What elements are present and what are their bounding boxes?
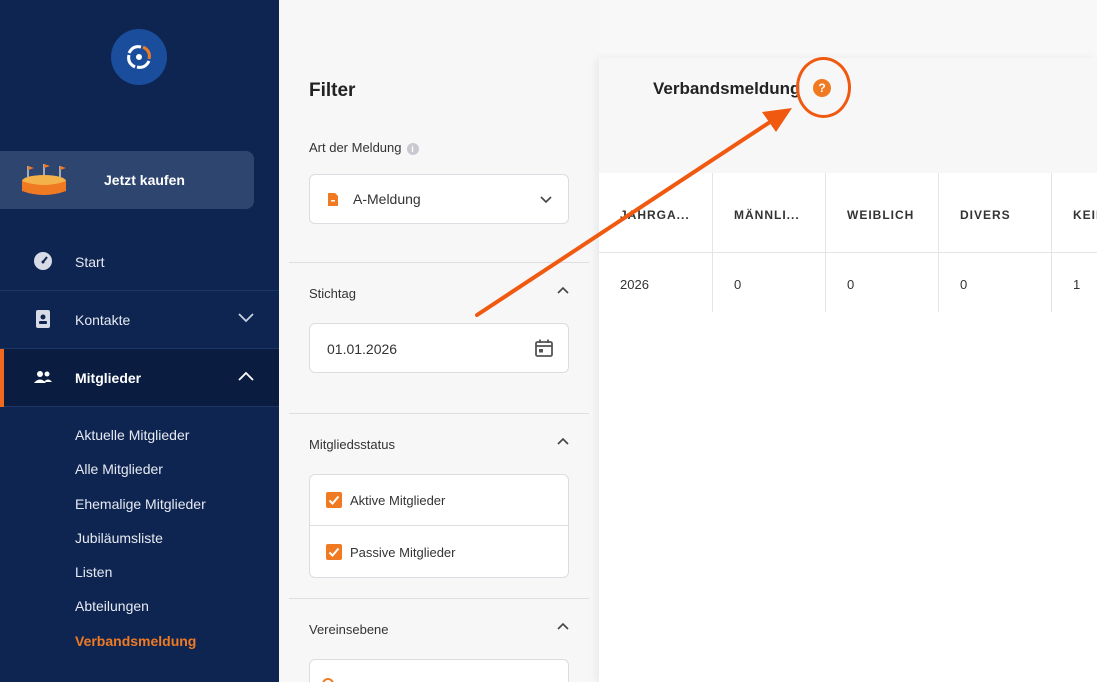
dashboard-icon bbox=[34, 252, 52, 270]
status-option-label: Passive Mitglieder bbox=[350, 545, 456, 560]
report-type-value: A-Meldung bbox=[353, 191, 421, 207]
level-select[interactable] bbox=[309, 659, 569, 682]
status-options: Aktive Mitglieder Passive Mitglieder bbox=[309, 474, 569, 578]
members-icon bbox=[34, 371, 52, 383]
contact-card-icon bbox=[36, 310, 50, 328]
sidebar-subitem-listen[interactable]: Listen bbox=[75, 564, 112, 580]
check-icon bbox=[328, 547, 340, 557]
date-section-title: Stichtag bbox=[309, 286, 356, 301]
table-cell: 0 bbox=[713, 253, 826, 312]
chevron-up-icon[interactable] bbox=[557, 437, 569, 445]
buy-now-label: Jetzt kaufen bbox=[104, 172, 185, 188]
checkbox-checked[interactable] bbox=[326, 544, 342, 560]
page-title: Verbandsmeldung bbox=[653, 79, 801, 98]
calendar-icon[interactable] bbox=[534, 338, 554, 358]
document-icon bbox=[328, 193, 338, 206]
column-header-jahrgang[interactable]: JAHRGA... bbox=[599, 173, 713, 253]
sidebar-item-label: Mitglieder bbox=[75, 369, 142, 386]
sidebar-item-start[interactable]: Start bbox=[0, 233, 279, 291]
table-cell: 0 bbox=[939, 253, 1052, 312]
sidebar-item-label: Start bbox=[75, 253, 105, 270]
app-logo[interactable] bbox=[111, 29, 167, 85]
table-cell: 0 bbox=[826, 253, 939, 312]
report-type-label: Art der Meldung i bbox=[309, 140, 419, 155]
logo-icon bbox=[127, 45, 151, 69]
report-type-label-text: Art der Meldung bbox=[309, 140, 402, 155]
check-icon bbox=[328, 495, 340, 505]
table-cell: 1 bbox=[1052, 253, 1097, 312]
buy-now-button[interactable]: Jetzt kaufen bbox=[0, 151, 254, 209]
status-option-aktive[interactable]: Aktive Mitglieder bbox=[310, 475, 568, 526]
column-header-kein[interactable]: KEIN bbox=[1052, 173, 1097, 253]
date-value: 01.01.2026 bbox=[327, 341, 398, 357]
filter-title: Filter bbox=[309, 80, 356, 101]
chevron-up-icon bbox=[238, 371, 254, 381]
column-header-divers[interactable]: DIVERS bbox=[939, 173, 1052, 253]
filter-panel: Filter Art der Meldung i A-Meldung Sticht… bbox=[279, 0, 599, 682]
table-cell: 2026 bbox=[599, 253, 713, 312]
chevron-down-icon bbox=[540, 196, 552, 204]
sidebar-subitem-jubilaeumsliste[interactable]: Jubiläumsliste bbox=[75, 530, 163, 546]
info-icon[interactable]: i bbox=[406, 143, 419, 155]
column-header-maennlich[interactable]: MÄNNLI... bbox=[713, 173, 826, 253]
date-input[interactable]: 01.01.2026 bbox=[309, 323, 569, 373]
sidebar-subitem-verbandsmeldung[interactable]: Verbandsmeldung bbox=[75, 633, 196, 649]
divider bbox=[289, 262, 589, 263]
divider bbox=[289, 413, 589, 414]
status-option-passive[interactable]: Passive Mitglieder bbox=[310, 527, 568, 578]
status-option-label: Aktive Mitglieder bbox=[350, 492, 446, 508]
sidebar-subitem-ehemalige-mitglieder[interactable]: Ehemalige Mitglieder bbox=[75, 496, 206, 512]
report-type-select[interactable]: A-Meldung bbox=[309, 174, 569, 224]
sidebar: Jetzt kaufen Start Kontakte Mitglieder A… bbox=[0, 0, 279, 682]
stadium-icon bbox=[22, 164, 66, 195]
sidebar-subitem-aktuelle-mitglieder[interactable]: Aktuelle Mitglieder bbox=[75, 427, 189, 443]
column-header-weiblich[interactable]: WEIBLICH bbox=[826, 173, 939, 253]
chevron-down-icon bbox=[238, 313, 254, 323]
annotation-circle bbox=[796, 57, 851, 118]
sidebar-subitem-alle-mitglieder[interactable]: Alle Mitglieder bbox=[75, 461, 163, 477]
sidebar-subitem-abteilungen[interactable]: Abteilungen bbox=[75, 598, 149, 614]
sidebar-item-mitglieder[interactable]: Mitglieder bbox=[0, 349, 279, 407]
chevron-up-icon[interactable] bbox=[557, 286, 569, 294]
chevron-up-icon[interactable] bbox=[557, 622, 569, 630]
sidebar-item-kontakte[interactable]: Kontakte bbox=[0, 291, 279, 349]
divider bbox=[289, 598, 589, 599]
checkbox-checked[interactable] bbox=[326, 492, 342, 508]
level-section-title: Vereinsebene bbox=[309, 622, 389, 637]
radio-icon[interactable] bbox=[322, 678, 334, 682]
status-section-title: Mitgliedsstatus bbox=[309, 437, 395, 452]
sidebar-item-label: Kontakte bbox=[75, 311, 131, 328]
